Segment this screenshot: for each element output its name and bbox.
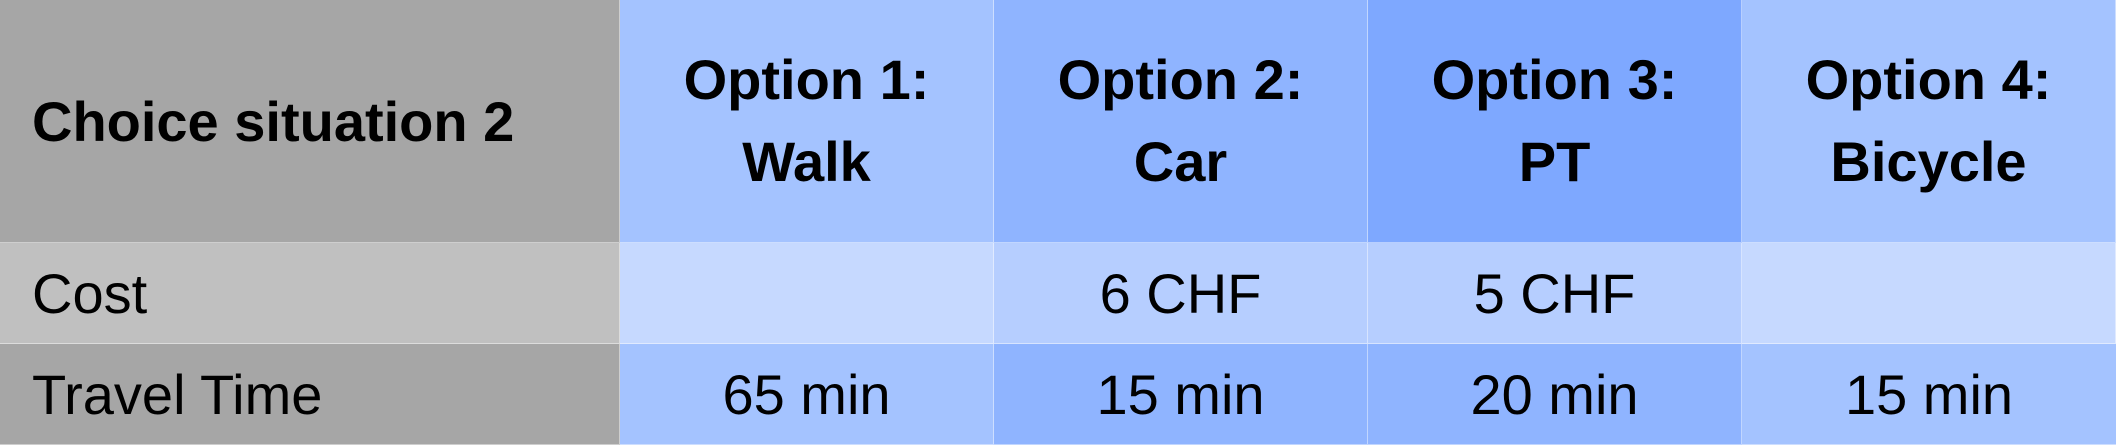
option-4-number: Option 4: [1805, 48, 2052, 111]
travel-time-option-3: 20 min [1368, 344, 1742, 445]
option-3-mode: PT [1518, 130, 1591, 193]
travel-time-value: 15 min [1096, 362, 1265, 426]
cost-value: 5 CHF [1473, 261, 1636, 325]
option-2-number: Option 2: [1057, 48, 1304, 111]
travel-time-value: 15 min [1844, 362, 2014, 426]
cost-option-2: 6 CHF [994, 243, 1368, 344]
travel-time-value: 20 min [1470, 362, 1639, 426]
cost-label: Cost [32, 261, 148, 325]
option-2-header: Option 2: Car [994, 0, 1368, 243]
choice-situation-title: Choice situation 2 [32, 89, 515, 153]
cost-option-3: 5 CHF [1368, 243, 1742, 344]
option-4-header: Option 4: Bicycle [1742, 0, 2116, 243]
travel-time-option-4: 15 min [1742, 344, 2116, 445]
option-1-header: Option 1: Walk [620, 0, 994, 243]
travel-time-option-1: 65 min [620, 344, 994, 445]
travel-time-label: Travel Time [32, 362, 323, 426]
option-4-mode: Bicycle [1830, 130, 2027, 193]
cost-option-4 [1742, 243, 2116, 344]
cost-option-1 [620, 243, 994, 344]
travel-time-value: 65 min [722, 362, 891, 426]
cost-value: 6 CHF [1099, 261, 1262, 325]
option-1-mode: Walk [742, 130, 871, 193]
option-2-mode: Car [1133, 130, 1228, 193]
option-3-number: Option 3: [1431, 48, 1678, 111]
cost-row-label: Cost [0, 243, 620, 344]
travel-time-row-label: Travel Time [0, 344, 620, 445]
choice-table: Choice situation 2 Option 1: Walk Option… [0, 0, 2116, 445]
option-1-number: Option 1: [683, 48, 930, 111]
travel-time-option-2: 15 min [994, 344, 1368, 445]
corner-header: Choice situation 2 [0, 0, 620, 243]
option-3-header: Option 3: PT [1368, 0, 1742, 243]
